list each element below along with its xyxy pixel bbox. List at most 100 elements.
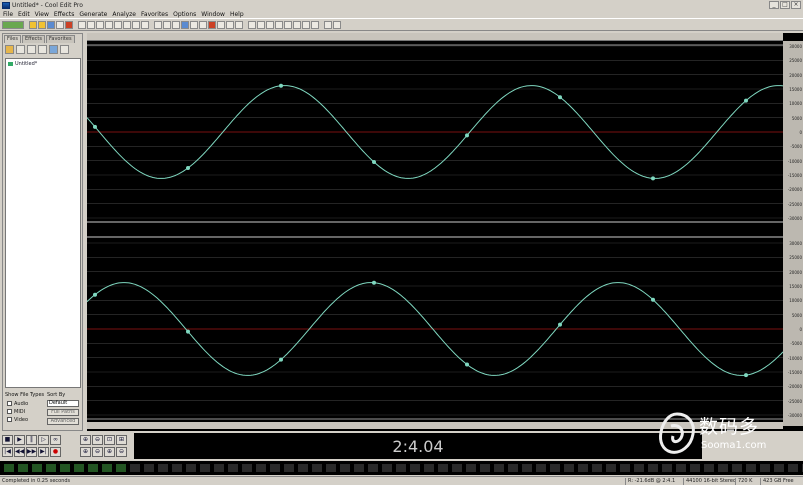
mix-paste-icon[interactable] (105, 20, 113, 29)
new-icon[interactable] (29, 20, 37, 29)
stop-button[interactable]: ■ (2, 435, 13, 445)
loop-button[interactable]: ∞ (50, 435, 61, 445)
menu-view[interactable]: View (35, 11, 49, 18)
go-to-end-button[interactable]: ▶| (38, 447, 49, 457)
pitch-icon[interactable] (275, 20, 283, 29)
tool-a-icon[interactable] (324, 20, 332, 29)
level-segment (424, 464, 434, 472)
insert-icon[interactable] (38, 45, 47, 54)
zoom-right-icon[interactable]: ⊖ (92, 447, 103, 457)
menu-generate[interactable]: Generate (79, 11, 107, 18)
edit-file-icon[interactable] (49, 45, 58, 54)
file-item[interactable]: Untitled* (8, 61, 37, 67)
midi-checkbox[interactable] (7, 409, 12, 414)
tab-effects[interactable]: Effects (21, 35, 45, 43)
level-meter (0, 461, 803, 475)
trim-icon[interactable] (132, 20, 140, 29)
undo-icon[interactable] (114, 20, 122, 29)
spectral-view-icon[interactable] (311, 20, 319, 29)
zoom-icon[interactable] (154, 20, 162, 29)
zoom-left-icon[interactable]: ⊕ (80, 447, 91, 457)
audio-checkbox[interactable] (7, 401, 12, 406)
menu-analyze[interactable]: Analyze (112, 11, 136, 18)
level-segment (676, 464, 686, 472)
amplify-icon[interactable] (163, 20, 171, 29)
video-checkbox[interactable] (7, 417, 12, 422)
rewind-button[interactable]: ◀◀ (14, 447, 25, 457)
transport-controls: ■ ▶ ‖ ▷ ∞ |◀ ◀◀ ▶▶ ▶| ● ⊕ ⊖ ⊡ ⊞ ⊕ ⊖ ⊕ ⊖ (2, 435, 130, 459)
waveform-canvas[interactable] (87, 41, 783, 430)
import-icon[interactable] (16, 45, 25, 54)
menu-options[interactable]: Options (173, 11, 196, 18)
menu-edit[interactable]: Edit (18, 11, 30, 18)
reverse-icon[interactable] (181, 20, 189, 29)
status-level: R: -21.6dB @ 2:4.1 (625, 478, 675, 485)
maximize-button[interactable]: □ (780, 1, 790, 9)
echo-icon[interactable] (226, 20, 234, 29)
tool-b-icon[interactable] (333, 20, 341, 29)
full-paths-button[interactable]: Full Paths (47, 409, 79, 416)
record-button[interactable]: ● (50, 447, 61, 457)
overview-ruler[interactable] (87, 33, 783, 41)
stretch-icon[interactable] (266, 20, 274, 29)
filter-icon[interactable] (257, 20, 265, 29)
menu-file[interactable]: File (3, 11, 13, 18)
level-segment (298, 464, 308, 472)
multitrack-toggle-button[interactable] (2, 20, 24, 29)
minimize-button[interactable]: _ (769, 1, 779, 9)
waveform-display[interactable] (87, 33, 803, 431)
scale-label: 5000 (791, 312, 802, 318)
level-segment (690, 464, 700, 472)
zoom-in-v-icon[interactable]: ⊕ (104, 447, 115, 457)
reverb-icon[interactable] (235, 20, 243, 29)
play-to-end-button[interactable]: ▷ (38, 435, 49, 445)
file-list[interactable]: Untitled* (5, 58, 81, 388)
close-file-icon[interactable] (27, 45, 36, 54)
options-icon[interactable] (60, 45, 69, 54)
menu-effects[interactable]: Effects (54, 11, 74, 18)
cut-icon[interactable] (78, 20, 86, 29)
go-to-start-button[interactable]: |◀ (2, 447, 13, 457)
fast-forward-button[interactable]: ▶▶ (26, 447, 37, 457)
close-button[interactable]: × (791, 1, 801, 9)
invert-icon[interactable] (190, 20, 198, 29)
save-icon[interactable] (47, 20, 55, 29)
menu-help[interactable]: Help (230, 11, 244, 18)
play-button[interactable]: ▶ (14, 435, 25, 445)
normalize-icon[interactable] (172, 20, 180, 29)
spectral-icon[interactable] (293, 20, 301, 29)
zoom-selection-icon[interactable]: ⊞ (116, 435, 127, 445)
paste-icon[interactable] (96, 20, 104, 29)
waveform-view-icon[interactable] (302, 20, 310, 29)
level-segment (774, 464, 784, 472)
open-file-icon[interactable] (5, 45, 14, 54)
zoom-out-v-icon[interactable]: ⊖ (116, 447, 127, 457)
sort-select[interactable]: Default (47, 400, 79, 407)
eq-icon[interactable] (248, 20, 256, 29)
zoom-in-h-icon[interactable]: ⊕ (80, 435, 91, 445)
delay-icon[interactable] (217, 20, 225, 29)
pause-button[interactable]: ‖ (26, 435, 37, 445)
analyze-icon[interactable] (284, 20, 292, 29)
record-icon[interactable] (65, 20, 73, 29)
copy-icon[interactable] (87, 20, 95, 29)
delete-icon[interactable] (141, 20, 149, 29)
status-format: 44100 16-bit Stereo (683, 478, 736, 485)
tab-files[interactable]: Files (4, 35, 21, 43)
level-segment (116, 464, 126, 472)
close-file-icon[interactable] (56, 20, 64, 29)
advanced-button[interactable]: Advanced (47, 418, 79, 425)
zoom-out-h-icon[interactable]: ⊖ (92, 435, 103, 445)
silence-icon[interactable] (199, 20, 207, 29)
midi-label: MIDI (14, 409, 26, 415)
audio-label: Audio (14, 401, 29, 407)
menu-favorites[interactable]: Favorites (141, 11, 168, 18)
level-segment (382, 464, 392, 472)
redo-icon[interactable] (123, 20, 131, 29)
zoom-full-icon[interactable]: ⊡ (104, 435, 115, 445)
tab-favorites[interactable]: Favorites (45, 35, 75, 43)
noise-icon[interactable] (208, 20, 216, 29)
menu-window[interactable]: Window (201, 11, 225, 18)
sort-by-label: Sort By (47, 392, 66, 398)
open-icon[interactable] (38, 20, 46, 29)
